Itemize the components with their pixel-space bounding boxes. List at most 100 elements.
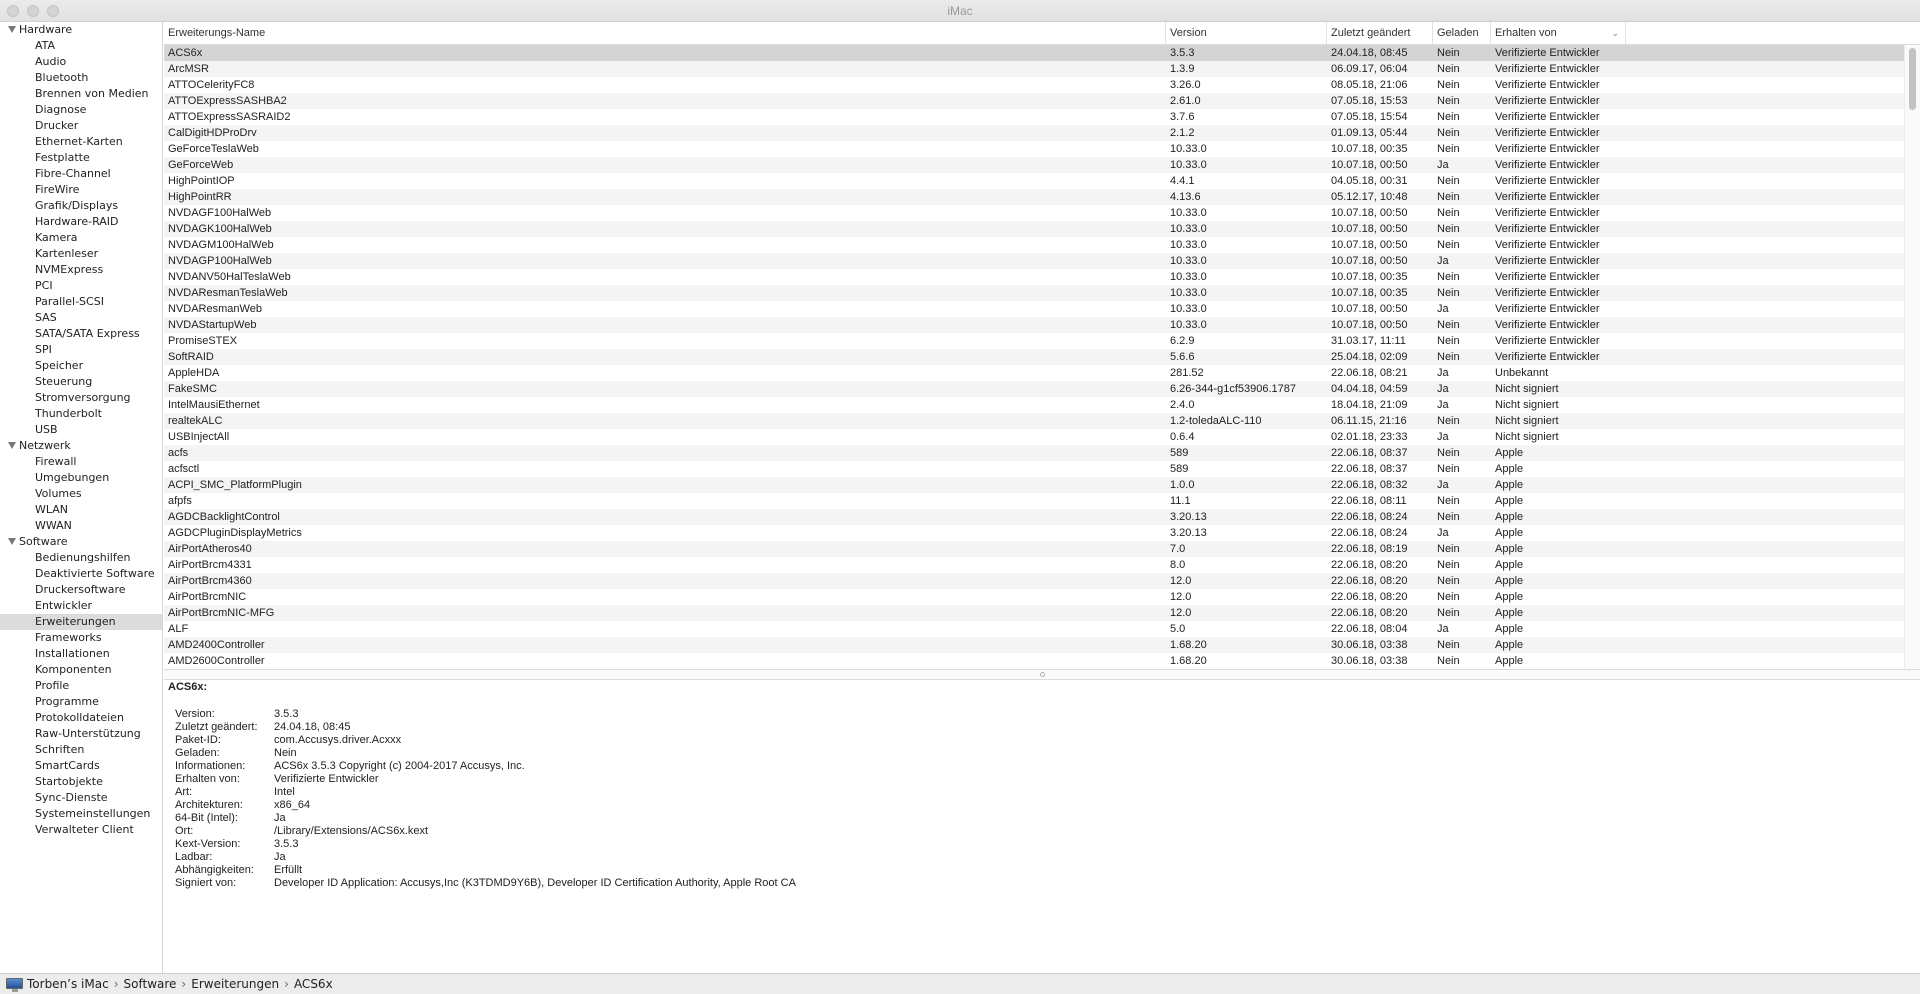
sidebar-item-kartenleser[interactable]: Kartenleser <box>0 246 162 262</box>
sidebar-item-kamera[interactable]: Kamera <box>0 230 162 246</box>
sidebar-item-verwalteter-client[interactable]: Verwalteter Client <box>0 822 162 838</box>
sidebar-item-installationen[interactable]: Installationen <box>0 646 162 662</box>
table-row[interactable]: ALF 5.0 22.06.18, 08:04 Ja Apple <box>164 621 1904 637</box>
table-row[interactable]: NVDAGP100HalWeb 10.33.0 10.07.18, 00:50 Ja V… <box>164 253 1904 269</box>
sidebar-item-umgebungen[interactable]: Umgebungen <box>0 470 162 486</box>
table-row[interactable]: ATTOExpressSASHBA2 2.61.0 07.05.18, 15:53 N… <box>164 93 1904 109</box>
sidebar-item-systemeinstellungen[interactable]: Systemeinstellungen <box>0 806 162 822</box>
sidebar-group-hardware[interactable]: Hardware <box>0 22 162 38</box>
sidebar-item-firewire[interactable]: FireWire <box>0 182 162 198</box>
sidebar-item-nvmexpress[interactable]: NVMExpress <box>0 262 162 278</box>
sidebar-item-grafik-displays[interactable]: Grafik/Displays <box>0 198 162 214</box>
sidebar-item-protokolldateien[interactable]: Protokolldateien <box>0 710 162 726</box>
table-row[interactable]: AMD2600Controller 1.68.20 30.06.18, 03:38 N… <box>164 653 1904 669</box>
table-row[interactable]: AGDCBacklightControl 3.20.13 22.06.18, 08:… <box>164 509 1904 525</box>
sidebar-item-sas[interactable]: SAS <box>0 310 162 326</box>
sidebar-item-firewall[interactable]: Firewall <box>0 454 162 470</box>
breadcrumb-item[interactable]: Erweiterungen <box>191 977 279 991</box>
sidebar-item-sync-dienste[interactable]: Sync-Dienste <box>0 790 162 806</box>
table-row[interactable]: acfs 589 22.06.18, 08:37 Nein Apple <box>164 445 1904 461</box>
sidebar-item-drucker[interactable]: Drucker <box>0 118 162 134</box>
sidebar-item-parallel-scsi[interactable]: Parallel-SCSI <box>0 294 162 310</box>
table-row[interactable]: NVDAGM100HalWeb 10.33.0 10.07.18, 00:50 Nei… <box>164 237 1904 253</box>
table-row[interactable]: GeForceTeslaWeb 10.33.0 10.07.18, 00:35 Nei… <box>164 141 1904 157</box>
sidebar-item-bedienungshilfen[interactable]: Bedienungshilfen <box>0 550 162 566</box>
table-row[interactable]: NVDAGK100HalWeb 10.33.0 10.07.18, 00:50 Nei… <box>164 221 1904 237</box>
scrollbar-thumb[interactable] <box>1909 48 1916 110</box>
table-row[interactable]: ATTOCelerityFC8 3.26.0 08.05.18, 21:06 Nein… <box>164 77 1904 93</box>
table-row[interactable]: ArcMSR 1.3.9 06.09.17, 06:04 Nein Verifizier… <box>164 61 1904 77</box>
table-row[interactable]: FakeSMC 6.26-344-g1cf53906.1787 04.04.18, … <box>164 381 1904 397</box>
sidebar-item-pci[interactable]: PCI <box>0 278 162 294</box>
sidebar-item-deaktivierte-software[interactable]: Deaktivierte Software <box>0 566 162 582</box>
sidebar-item-programme[interactable]: Programme <box>0 694 162 710</box>
sidebar-item-schriften[interactable]: Schriften <box>0 742 162 758</box>
table-row[interactable]: CalDigitHDProDrv 2.1.2 01.09.13, 05:44 Nein… <box>164 125 1904 141</box>
disclosure-triangle-icon[interactable] <box>8 538 16 545</box>
sidebar-item-brennen-von-medien[interactable]: Brennen von Medien <box>0 86 162 102</box>
breadcrumb-item[interactable]: Software <box>124 977 177 991</box>
sidebar-item-wlan[interactable]: WLAN <box>0 502 162 518</box>
sidebar-item-fibre-channel[interactable]: Fibre-Channel <box>0 166 162 182</box>
sidebar-group-netzwerk[interactable]: Netzwerk <box>0 438 162 454</box>
sidebar-item-wwan[interactable]: WWAN <box>0 518 162 534</box>
table-row[interactable]: NVDAResmanWeb 10.33.0 10.07.18, 00:50 Ja Ver… <box>164 301 1904 317</box>
table-row[interactable]: AirPortBrcmNIC 12.0 22.06.18, 08:20 Nein App… <box>164 589 1904 605</box>
sidebar-item-erweiterungen[interactable]: Erweiterungen <box>0 614 162 630</box>
breadcrumb-item[interactable]: ACS6x <box>294 977 333 991</box>
sidebar-item-smartcards[interactable]: SmartCards <box>0 758 162 774</box>
column-header-name[interactable]: Erweiterungs-Name <box>164 22 1166 44</box>
table-row[interactable]: PromiseSTEX 6.2.9 31.03.17, 11:11 Nein Verif… <box>164 333 1904 349</box>
sidebar-item-diagnose[interactable]: Diagnose <box>0 102 162 118</box>
table-row[interactable]: IntelMausiEthernet 2.4.0 18.04.18, 21:09 Ja… <box>164 397 1904 413</box>
divider-handle-icon[interactable] <box>1040 672 1045 677</box>
sidebar-item-thunderbolt[interactable]: Thunderbolt <box>0 406 162 422</box>
breadcrumb-item[interactable]: Torben’s iMac <box>27 977 109 991</box>
sidebar-item-raw-unterst-tzung[interactable]: Raw-Unterstützung <box>0 726 162 742</box>
table-row[interactable]: AirPortBrcm4331 8.0 22.06.18, 08:20 Nein App… <box>164 557 1904 573</box>
sidebar-item-profile[interactable]: Profile <box>0 678 162 694</box>
table-row[interactable]: AirPortBrcm4360 12.0 22.06.18, 08:20 Nein Ap… <box>164 573 1904 589</box>
table-row[interactable]: ATTOExpressSASRAID2 3.7.6 07.05.18, 15:54 N… <box>164 109 1904 125</box>
sidebar-item-ethernet-karten[interactable]: Ethernet-Karten <box>0 134 162 150</box>
table-row[interactable]: AGDCPluginDisplayMetrics 3.20.13 22.06.18,… <box>164 525 1904 541</box>
table-row[interactable]: HighPointRR 4.13.6 05.12.17, 10:48 Nein Veri… <box>164 189 1904 205</box>
disclosure-triangle-icon[interactable] <box>8 442 16 449</box>
table-row[interactable]: HighPointIOP 4.4.1 04.05.18, 00:31 Nein Veri… <box>164 173 1904 189</box>
table-row[interactable]: AMD2400Controller 1.68.20 30.06.18, 03:38 N… <box>164 637 1904 653</box>
table-scrollbar[interactable] <box>1904 45 1920 669</box>
sidebar-item-ata[interactable]: ATA <box>0 38 162 54</box>
table-row[interactable]: afpfs 11.1 22.06.18, 08:11 Nein Apple <box>164 493 1904 509</box>
sidebar-item-bluetooth[interactable]: Bluetooth <box>0 70 162 86</box>
split-view-divider[interactable] <box>164 669 1920 680</box>
sidebar-group-software[interactable]: Software <box>0 534 162 550</box>
sidebar-item-sata-sata-express[interactable]: SATA/SATA Express <box>0 326 162 342</box>
column-header-version[interactable]: Version <box>1166 22 1327 44</box>
table-row[interactable]: NVDAStartupWeb 10.33.0 10.07.18, 00:50 Nein… <box>164 317 1904 333</box>
sidebar-item-speicher[interactable]: Speicher <box>0 358 162 374</box>
sidebar-item-festplatte[interactable]: Festplatte <box>0 150 162 166</box>
column-header-modified[interactable]: Zuletzt geändert <box>1327 22 1433 44</box>
sidebar-item-komponenten[interactable]: Komponenten <box>0 662 162 678</box>
column-header-loaded[interactable]: Geladen <box>1433 22 1491 44</box>
table-row[interactable]: USBInjectAll 0.6.4 02.01.18, 23:33 Ja Nicht … <box>164 429 1904 445</box>
table-row[interactable]: AirPortBrcmNIC-MFG 12.0 22.06.18, 08:20 Nei… <box>164 605 1904 621</box>
sidebar-item-startobjekte[interactable]: Startobjekte <box>0 774 162 790</box>
sidebar-item-stromversorgung[interactable]: Stromversorgung <box>0 390 162 406</box>
table-row[interactable]: ACPI_SMC_PlatformPlugin 1.0.0 22.06.18, 08… <box>164 477 1904 493</box>
sidebar-item-druckersoftware[interactable]: Druckersoftware <box>0 582 162 598</box>
table-row[interactable]: ACS6x 3.5.3 24.04.18, 08:45 Nein Verifiziert… <box>164 45 1904 61</box>
table-row[interactable]: NVDAGF100HalWeb 10.33.0 10.07.18, 00:50 Nei… <box>164 205 1904 221</box>
table-row[interactable]: SoftRAID 5.6.6 25.04.18, 02:09 Nein Verifizi… <box>164 349 1904 365</box>
table-row[interactable]: NVDAResmanTeslaWeb 10.33.0 10.07.18, 00:35… <box>164 285 1904 301</box>
table-row[interactable]: GeForceWeb 10.33.0 10.07.18, 00:50 Ja Verifi… <box>164 157 1904 173</box>
sidebar-item-entwickler[interactable]: Entwickler <box>0 598 162 614</box>
table-row[interactable]: AirPortAtheros40 7.0 22.06.18, 08:19 Nein Ap… <box>164 541 1904 557</box>
table-row[interactable]: AppleHDA 281.52 22.06.18, 08:21 Ja Unbekannt <box>164 365 1904 381</box>
table-row[interactable]: acfsctl 589 22.06.18, 08:37 Nein Apple <box>164 461 1904 477</box>
sidebar-item-steuerung[interactable]: Steuerung <box>0 374 162 390</box>
sidebar-item-frameworks[interactable]: Frameworks <box>0 630 162 646</box>
sidebar-item-volumes[interactable]: Volumes <box>0 486 162 502</box>
sidebar-item-usb[interactable]: USB <box>0 422 162 438</box>
table-row[interactable]: NVDANV50HalTeslaWeb 10.33.0 10.07.18, 00:3… <box>164 269 1904 285</box>
